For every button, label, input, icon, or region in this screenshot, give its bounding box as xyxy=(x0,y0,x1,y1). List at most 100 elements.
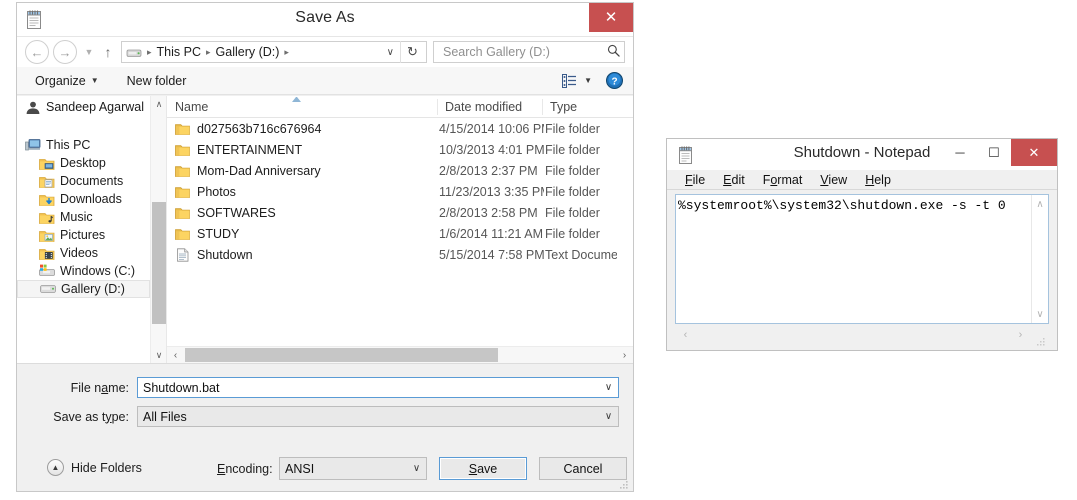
up-button[interactable]: ↑ xyxy=(97,44,119,60)
notepad-horizontal-scrollbar[interactable]: ‹ › xyxy=(675,327,1049,346)
notepad-window-controls: ─ ☐ ✕ xyxy=(943,139,1057,166)
documents-folder-icon xyxy=(39,174,55,188)
hide-folders-label: Hide Folders xyxy=(71,460,142,475)
collapse-arrow-icon: ▲ xyxy=(47,459,64,476)
filename-dropdown-caret-icon[interactable]: ∨ xyxy=(599,378,618,397)
tree-item-documents[interactable]: Documents xyxy=(17,172,150,190)
address-bar[interactable]: ▸ This PC ▸ Gallery (D:) ▸ ∨ ↻ xyxy=(121,41,427,63)
encoding-dropdown-caret-icon[interactable]: ∨ xyxy=(407,463,426,474)
minimize-button[interactable]: ─ xyxy=(943,139,977,166)
notepad-vertical-scrollbar[interactable]: ∧ ∨ xyxy=(1031,195,1048,323)
tree-vertical-scrollbar[interactable]: ∧ ∨ xyxy=(150,96,166,363)
recent-locations-caret-icon[interactable]: ▼ xyxy=(81,47,97,57)
encoding-combobox[interactable]: ANSI ∨ xyxy=(279,457,427,480)
menu-item-format[interactable]: Format xyxy=(755,172,811,188)
table-row[interactable]: ENTERTAINMENT 10/3/2013 4:01 PM File folde… xyxy=(167,139,633,160)
close-button[interactable]: ✕ xyxy=(1011,139,1057,166)
desktop-folder-icon xyxy=(39,156,55,170)
videos-folder-icon xyxy=(39,246,55,260)
scroll-left-icon[interactable]: ‹ xyxy=(677,327,694,343)
cancel-button[interactable]: Cancel xyxy=(539,457,627,480)
pictures-folder-icon xyxy=(39,228,55,242)
maximize-button[interactable]: ☐ xyxy=(977,139,1011,166)
save-as-title: Save As xyxy=(295,9,355,26)
close-button[interactable]: ✕ xyxy=(589,3,633,32)
folder-icon xyxy=(175,206,191,220)
tree-item-sandeep-agarwal[interactable]: Sandeep Agarwal xyxy=(17,98,150,116)
cell-type: File folder xyxy=(545,184,600,199)
column-header-type[interactable]: Type xyxy=(542,96,633,118)
scroll-down-icon[interactable]: ∨ xyxy=(151,347,166,363)
filename-input[interactable]: Shutdown.bat xyxy=(143,381,618,395)
address-dropdown-caret-icon[interactable]: ∨ xyxy=(381,47,400,58)
organize-button[interactable]: Organize ▼ xyxy=(27,72,107,90)
menu-item-edit[interactable]: Edit xyxy=(715,172,753,188)
tree-item-this-pc[interactable]: This PC xyxy=(17,136,150,154)
table-row[interactable]: STUDY 1/6/2014 11:21 AM File folder xyxy=(167,223,633,244)
tree-item-downloads[interactable]: Downloads xyxy=(17,190,150,208)
help-icon[interactable]: ? xyxy=(606,72,623,89)
menu-item-help[interactable]: Help xyxy=(857,172,899,188)
tree-item-label: Windows (C:) xyxy=(60,264,136,278)
tree-item-gallery-d[interactable]: Gallery (D:) xyxy=(17,280,150,298)
search-icon xyxy=(607,44,620,60)
cell-type: File folder xyxy=(545,163,600,178)
tree-scrollbar-thumb[interactable] xyxy=(152,202,166,324)
menu-item-view[interactable]: View xyxy=(812,172,855,188)
screen: Save As ✕ ← → ▼ ↑ ▸ This PC ▸ Gallery (D… xyxy=(0,0,1077,500)
scroll-left-icon[interactable]: ‹ xyxy=(167,347,184,363)
breadcrumb-separator-2[interactable]: ▸ xyxy=(282,47,291,58)
hscrollbar-thumb[interactable] xyxy=(185,348,498,362)
search-box[interactable] xyxy=(433,41,625,63)
chevron-down-icon: ▼ xyxy=(90,76,99,85)
scroll-right-icon[interactable]: › xyxy=(1012,327,1029,343)
column-header-name[interactable]: Name xyxy=(167,96,437,118)
computer-icon xyxy=(25,138,41,152)
organize-label: Organize xyxy=(35,73,86,88)
notepad-content[interactable]: %systemroot%\system32\shutdown.exe -s -t… xyxy=(678,197,1030,321)
cell-date-modified: 11/23/2013 3:35 PM xyxy=(439,184,544,199)
savetype-dropdown-caret-icon[interactable]: ∨ xyxy=(599,407,618,426)
refresh-button[interactable]: ↻ xyxy=(400,41,424,63)
resize-grip-icon[interactable] xyxy=(1037,334,1046,346)
new-folder-button[interactable]: New folder xyxy=(119,72,195,90)
cell-date-modified: 2/8/2013 2:58 PM xyxy=(439,205,538,220)
view-dropdown-caret-icon[interactable]: ▼ xyxy=(584,76,592,85)
tree-item-music[interactable]: Music xyxy=(17,208,150,226)
table-row[interactable]: Shutdown 5/15/2014 7:58 PMText Document xyxy=(167,244,633,265)
column-header-date-modified[interactable]: Date modified xyxy=(437,96,542,118)
scroll-up-icon[interactable]: ∧ xyxy=(151,96,166,112)
tree-item-windows-c[interactable]: Windows (C:) xyxy=(17,262,150,280)
folder-icon xyxy=(175,185,191,199)
scroll-down-icon[interactable]: ∨ xyxy=(1032,306,1048,322)
navigation-tree: Sandeep Agarwal This PC Desktop Documents Do… xyxy=(17,96,167,363)
savetype-row: Save as type: All Files ∨ xyxy=(17,406,633,427)
breadcrumb-this-pc[interactable]: This PC xyxy=(154,45,204,59)
tree-item-pictures[interactable]: Pictures xyxy=(17,226,150,244)
tree-item-videos[interactable]: Videos xyxy=(17,244,150,262)
svg-text:?: ? xyxy=(611,76,617,87)
filename-combobox[interactable]: Shutdown.bat ∨ xyxy=(137,377,619,398)
file-list-horizontal-scrollbar[interactable]: ‹ › xyxy=(167,346,633,363)
view-layout-icon[interactable] xyxy=(562,73,577,88)
table-row[interactable]: Mom-Dad Anniversary 2/8/2013 2:37 PM File … xyxy=(167,160,633,181)
savetype-combobox[interactable]: All Files ∨ xyxy=(137,406,619,427)
cell-name: STUDY xyxy=(167,223,437,244)
back-button[interactable]: ← xyxy=(25,40,49,64)
search-input[interactable] xyxy=(441,44,607,60)
scroll-right-icon[interactable]: › xyxy=(616,347,633,363)
cell-type: File folder xyxy=(545,121,600,136)
breadcrumb-gallery-d[interactable]: Gallery (D:) xyxy=(213,45,283,59)
tree-item-desktop[interactable]: Desktop xyxy=(17,154,150,172)
resize-grip-icon[interactable] xyxy=(619,477,629,489)
menu-item-file[interactable]: File xyxy=(677,172,713,188)
forward-button[interactable]: → xyxy=(53,40,77,64)
scroll-up-icon[interactable]: ∧ xyxy=(1032,196,1048,212)
save-button[interactable]: Save xyxy=(439,457,527,480)
file-name-label: Photos xyxy=(197,184,236,199)
table-row[interactable]: Photos 11/23/2013 3:35 PM File folder xyxy=(167,181,633,202)
table-row[interactable]: SOFTWARES 2/8/2013 2:58 PM File folder xyxy=(167,202,633,223)
hide-folders-button[interactable]: ▲ Hide Folders xyxy=(47,459,142,476)
notepad-text-area[interactable]: %systemroot%\system32\shutdown.exe -s -t… xyxy=(675,194,1049,324)
table-row[interactable]: d027563b716c676964 4/15/2014 10:06 PM File… xyxy=(167,118,633,139)
